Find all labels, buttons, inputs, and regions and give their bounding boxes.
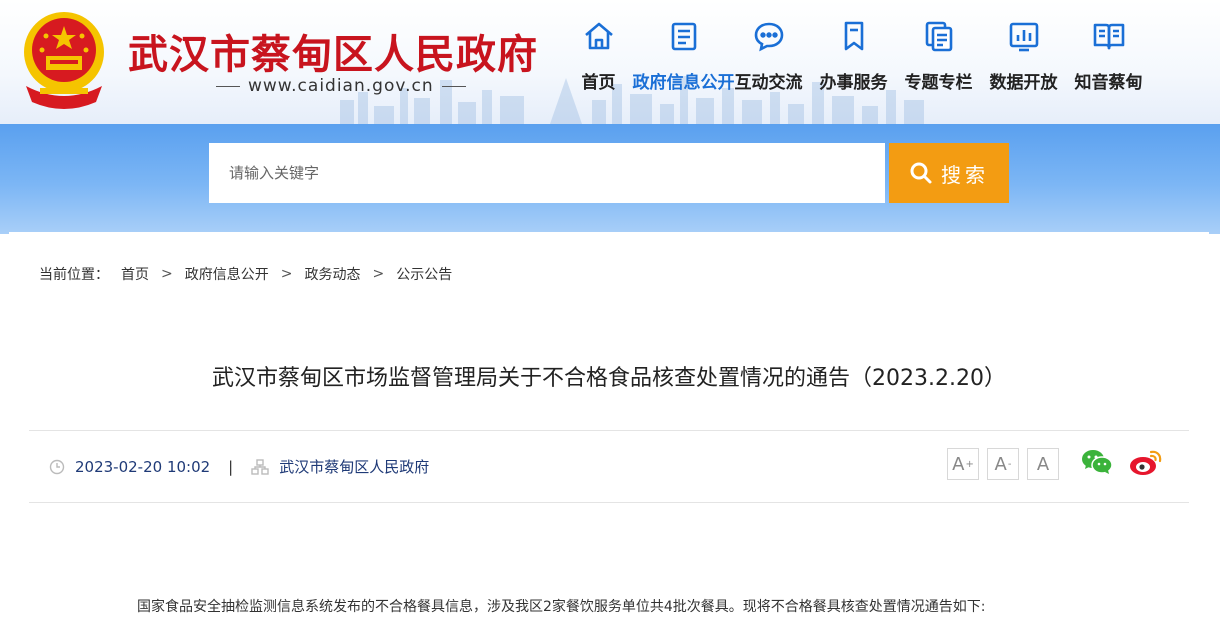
search-button[interactable]: 搜索 bbox=[889, 143, 1009, 203]
clock-icon bbox=[49, 459, 65, 474]
font-reset-button[interactable]: A bbox=[1027, 448, 1059, 480]
article-title: 武汉市蔡甸区市场监督管理局关于不合格食品核查处置情况的通告（2023.2.20） bbox=[212, 366, 1006, 391]
font-decrease-button[interactable]: A- bbox=[987, 448, 1019, 480]
breadcrumb-link-notices[interactable]: 公示公告 bbox=[396, 264, 452, 284]
nav-label: 数据开放 bbox=[989, 73, 1058, 93]
bar-chart-icon bbox=[1009, 22, 1038, 52]
site-url: www.caidian.gov.cn bbox=[208, 76, 474, 96]
font-increase-button[interactable]: A + bbox=[947, 448, 979, 480]
org-structure-icon bbox=[251, 458, 269, 475]
nav-item-zhiyin-caidian[interactable]: 知音蔡甸 bbox=[1068, 18, 1149, 93]
content-panel: 当前位置： 首页 > 政府信息公开 > 政务动态 > 公示公告 武汉市蔡甸区市场… bbox=[9, 232, 1209, 623]
breadcrumb-link-gov-news[interactable]: 政务动态 bbox=[304, 264, 360, 284]
breadcrumb-link-gov-info[interactable]: 政府信息公开 bbox=[185, 264, 269, 284]
main-nav: 首页 政府信息公开 互动交流 办事服务 专题专栏 数据开放 知音蔡甸 bbox=[558, 18, 1153, 93]
meta-divider bbox=[29, 502, 1189, 503]
nav-label: 知音蔡甸 bbox=[1074, 73, 1143, 93]
chat-bubble-icon bbox=[754, 22, 783, 52]
font-decrease-label: A bbox=[994, 453, 1007, 475]
nav-label: 首页 bbox=[581, 73, 616, 93]
title-divider bbox=[29, 430, 1189, 431]
article-meta: 2023-02-20 10:02 | 武汉市蔡甸区人民政府 bbox=[49, 456, 429, 477]
nav-item-home[interactable]: 首页 bbox=[558, 18, 639, 93]
document-list-icon bbox=[671, 22, 696, 51]
search-button-label: 搜索 bbox=[941, 162, 989, 187]
font-size-tools: A + A- A bbox=[947, 448, 1067, 480]
font-increase-mark: + bbox=[965, 458, 974, 470]
nav-item-services[interactable]: 办事服务 bbox=[813, 18, 894, 93]
pages-icon bbox=[925, 21, 952, 52]
nav-item-topics[interactable]: 专题专栏 bbox=[898, 18, 979, 93]
search-input[interactable] bbox=[209, 143, 885, 203]
publish-date: 2023-02-20 10:02 bbox=[75, 457, 211, 476]
breadcrumb: 当前位置： 首页 > 政府信息公开 > 政务动态 > 公示公告 bbox=[39, 264, 452, 284]
nav-item-gov-info[interactable]: 政府信息公开 bbox=[633, 18, 735, 93]
nav-label: 专题专栏 bbox=[904, 73, 973, 93]
national-emblem-logo bbox=[24, 12, 104, 109]
breadcrumb-separator: > bbox=[161, 266, 173, 282]
breadcrumb-prefix: 当前位置： bbox=[39, 267, 109, 283]
nav-label: 政府信息公开 bbox=[632, 73, 735, 93]
breadcrumb-link-home[interactable]: 首页 bbox=[121, 264, 149, 284]
article-body-paragraph: 国家食品安全抽检监测信息系统发布的不合格餐具信息，涉及我区2家餐饮服务单位共4批… bbox=[137, 599, 986, 615]
site-header: 武汉市蔡甸区人民政府 www.caidian.gov.cn 首页 政府信息公开 … bbox=[0, 0, 1220, 124]
meta-separator: | bbox=[228, 457, 234, 476]
breadcrumb-separator: > bbox=[372, 266, 385, 282]
font-decrease-mark: - bbox=[1007, 458, 1012, 470]
search-icon bbox=[910, 162, 932, 184]
search-band: 搜索 bbox=[0, 124, 1220, 234]
font-increase-label: A bbox=[952, 453, 965, 475]
nav-label: 办事服务 bbox=[819, 73, 888, 93]
open-book-icon bbox=[1093, 23, 1124, 50]
site-title: 武汉市蔡甸区人民政府 bbox=[128, 31, 538, 78]
nav-label: 互动交流 bbox=[734, 73, 803, 93]
weibo-icon bbox=[1130, 450, 1162, 475]
wechat-share-button[interactable] bbox=[1081, 448, 1113, 476]
nav-item-interaction[interactable]: 互动交流 bbox=[728, 18, 809, 93]
font-reset-label: A bbox=[1036, 453, 1050, 475]
wechat-icon bbox=[1082, 450, 1113, 474]
nav-item-open-data[interactable]: 数据开放 bbox=[983, 18, 1064, 93]
home-icon bbox=[584, 22, 613, 50]
weibo-share-button[interactable] bbox=[1129, 448, 1163, 476]
breadcrumb-separator: > bbox=[280, 266, 293, 282]
bookmark-icon bbox=[844, 21, 863, 51]
share-buttons bbox=[1081, 448, 1179, 476]
article-source: 武汉市蔡甸区人民政府 bbox=[279, 458, 430, 476]
